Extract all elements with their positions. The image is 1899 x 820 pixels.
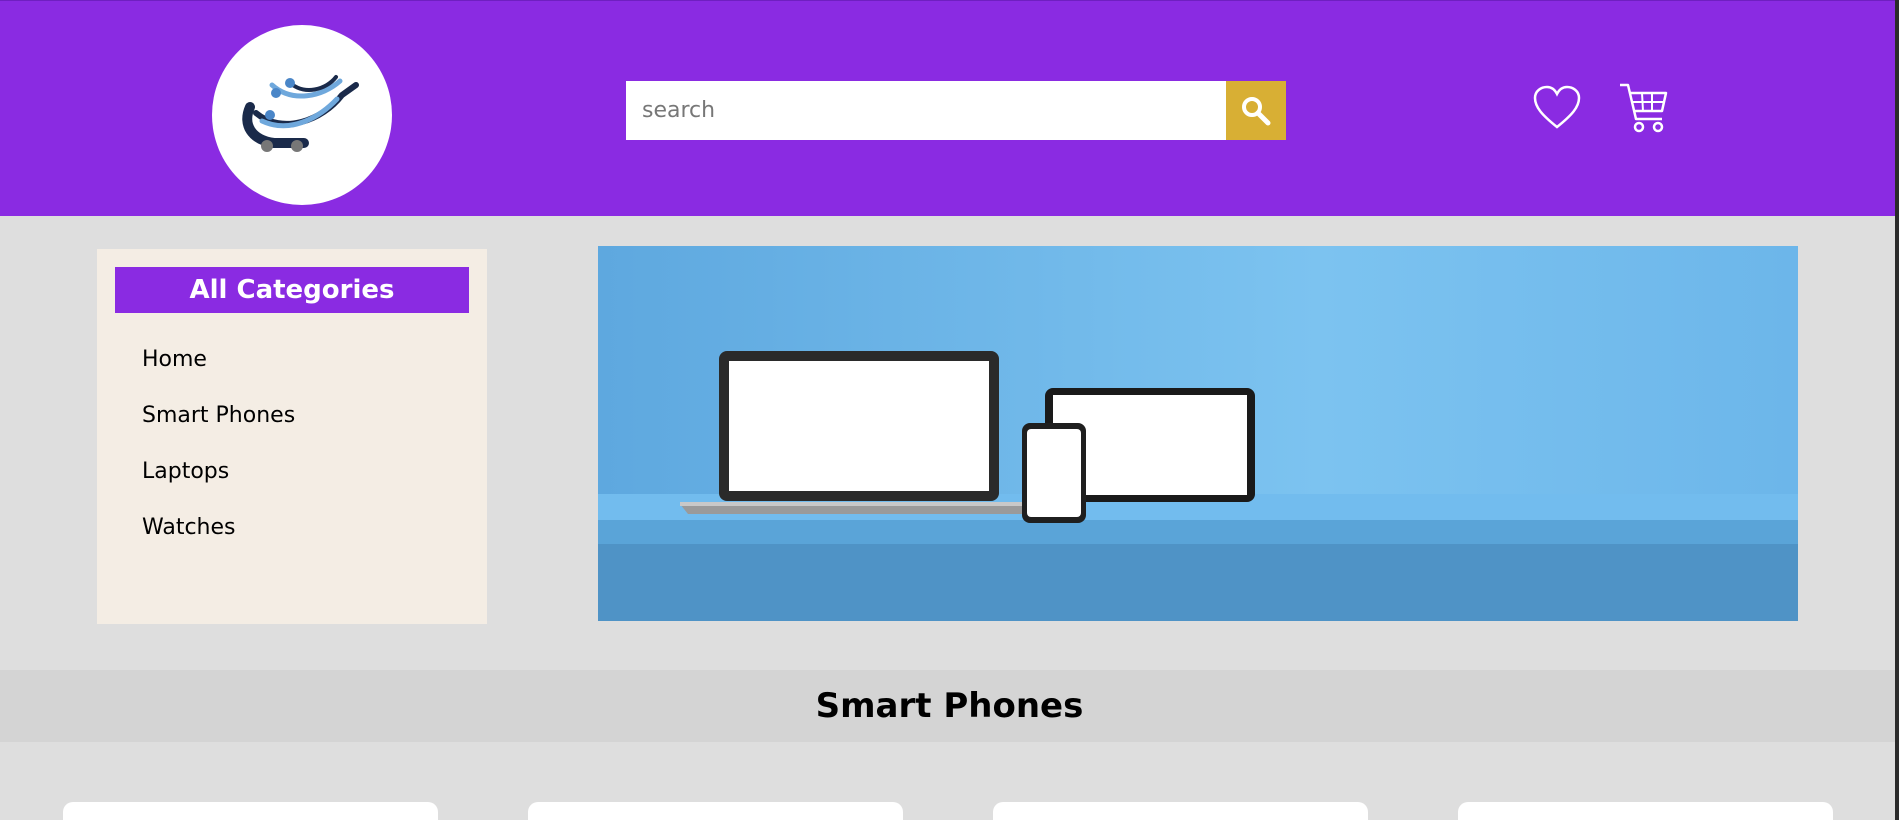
cart-icon xyxy=(1620,83,1668,133)
category-list: Home Smart Phones Laptops Watches xyxy=(142,345,295,569)
cart-button[interactable] xyxy=(1618,81,1668,135)
wishlist-button[interactable] xyxy=(1532,85,1582,131)
search-input[interactable] xyxy=(626,81,1226,140)
category-sidebar: All Categories Home Smart Phones Laptops… xyxy=(97,249,487,624)
shopping-cart-logo xyxy=(242,75,359,152)
section-header: Smart Phones xyxy=(0,670,1899,742)
heart-icon xyxy=(1533,85,1581,129)
search-button[interactable] xyxy=(1226,81,1286,140)
product-card[interactable] xyxy=(993,802,1368,820)
section-title: Smart Phones xyxy=(815,686,1084,726)
logo[interactable] xyxy=(212,25,392,205)
window-edge xyxy=(1895,0,1899,820)
categories-heading: All Categories xyxy=(115,267,469,313)
product-card[interactable] xyxy=(528,802,903,820)
hero-banner[interactable] xyxy=(598,246,1798,621)
category-item-home[interactable]: Home xyxy=(142,345,295,401)
site-header xyxy=(0,0,1895,216)
category-item-laptops[interactable]: Laptops xyxy=(142,457,295,513)
category-item-watches[interactable]: Watches xyxy=(142,513,295,569)
search-icon xyxy=(1242,96,1271,125)
product-card[interactable] xyxy=(63,802,438,820)
product-card[interactable] xyxy=(1458,802,1833,820)
category-item-smart-phones[interactable]: Smart Phones xyxy=(142,401,295,457)
search-bar xyxy=(626,81,1286,140)
devices-banner-image xyxy=(598,246,1798,621)
